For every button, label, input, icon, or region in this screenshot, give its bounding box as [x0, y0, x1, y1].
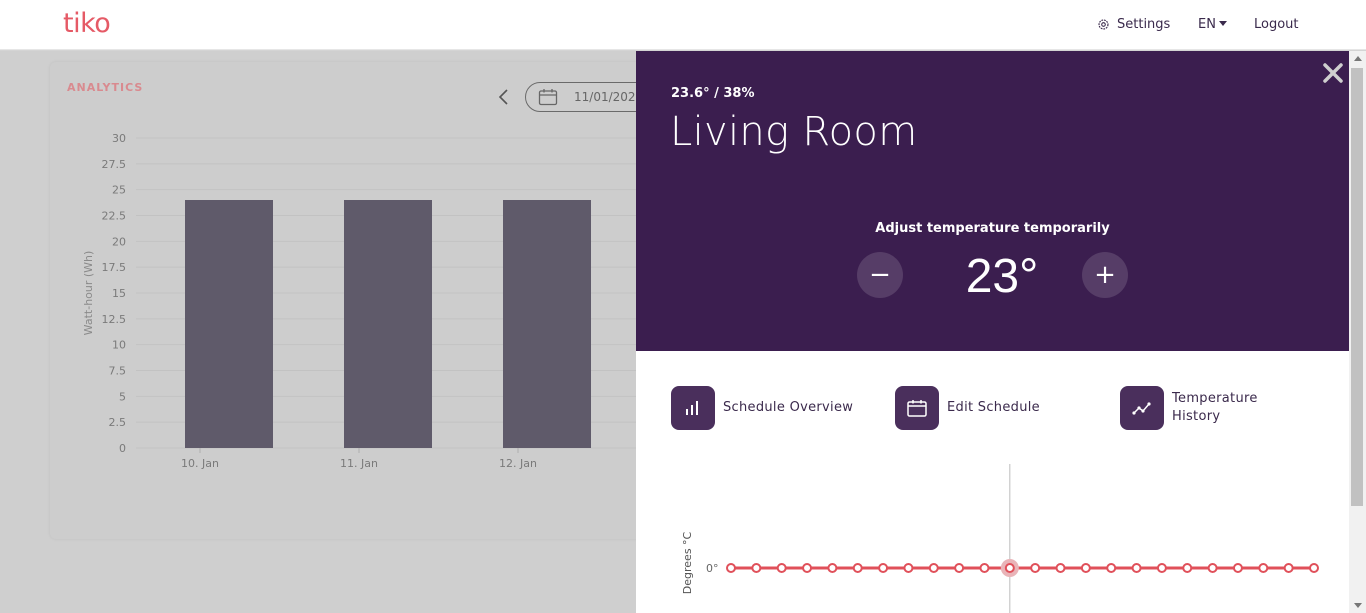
current-reading: 23.6° / 38%	[671, 86, 755, 101]
history-point[interactable]	[1182, 563, 1193, 573]
caret-down-icon	[1218, 20, 1227, 26]
y-tick-label: 12.5	[102, 313, 127, 326]
y-tick-label: 22.5	[102, 210, 127, 223]
history-point[interactable]	[1156, 563, 1167, 573]
bar[interactable]	[185, 200, 273, 448]
calendar-icon	[895, 386, 939, 430]
chevron-left-icon[interactable]	[497, 88, 511, 106]
x-tick-label: 11. Jan	[340, 457, 378, 470]
y-tick-label: 25	[112, 184, 126, 197]
target-temperature: 23°	[965, 250, 1039, 303]
schedule-overview-label: Schedule Overview	[723, 400, 854, 415]
bar[interactable]	[344, 200, 432, 448]
y-tick-label: 27.5	[102, 158, 127, 171]
room-header: 23.6° / 38% Living Room Adjust temperatu…	[636, 51, 1349, 351]
history-point[interactable]	[1030, 563, 1041, 573]
bar-chart-icon	[671, 386, 715, 430]
history-point[interactable]	[726, 563, 736, 573]
calendar-icon	[538, 89, 558, 106]
schedule-overview-button[interactable]: Schedule Overview	[671, 386, 853, 430]
history-point[interactable]	[1055, 563, 1066, 573]
history-point[interactable]	[751, 563, 762, 573]
history-point[interactable]	[1080, 563, 1091, 573]
analytics-bar-chart: 0 2.5 5 7.5 10 12.5 15 17.5 20 22.5 25 27.5 30 Watt-h…	[82, 132, 636, 470]
analytics-title: ANALYTICS	[67, 81, 144, 94]
x-tick-label: 10. Jan	[181, 457, 219, 470]
scrollbar-thumb[interactable]	[1351, 68, 1363, 506]
y-tick-label: 10	[112, 339, 126, 352]
history-point[interactable]	[1207, 563, 1218, 573]
trend-line-icon	[1120, 386, 1164, 430]
decrease-temperature-button[interactable]: −	[857, 252, 903, 298]
room-drawer: 23.6° / 38% Living Room Adjust temperatu…	[636, 51, 1349, 613]
edit-schedule-label: Edit Schedule	[947, 400, 1040, 415]
history-point[interactable]	[802, 563, 813, 573]
history-point[interactable]	[878, 563, 889, 573]
history-point[interactable]	[903, 563, 914, 573]
scroll-down-arrow-icon[interactable]	[1354, 603, 1362, 608]
temperature-history-button[interactable]: Temperature History	[1120, 386, 1282, 430]
gear-icon	[1098, 19, 1109, 30]
language-label: EN	[1198, 17, 1216, 32]
y-tick-label: 30	[112, 132, 126, 145]
date-value: 11/01/202	[574, 90, 636, 104]
history-point[interactable]	[1309, 563, 1319, 573]
history-point[interactable]	[776, 563, 787, 573]
history-point[interactable]	[954, 563, 965, 573]
history-point[interactable]	[1258, 563, 1269, 573]
y-tick-label: 2.5	[109, 416, 127, 429]
y-tick-label: 7.5	[109, 365, 127, 378]
history-point[interactable]	[1004, 563, 1015, 573]
drawer-scrollbar[interactable]	[1349, 51, 1366, 613]
bar[interactable]	[503, 200, 591, 448]
logout-link[interactable]: Logout	[1254, 17, 1299, 32]
y-tick-label: 15	[112, 287, 126, 300]
history-point[interactable]	[852, 563, 863, 573]
history-point[interactable]	[928, 563, 939, 573]
y-tick-label: 0	[119, 442, 126, 455]
room-name: Living Room	[670, 109, 918, 155]
scroll-up-arrow-icon[interactable]	[1354, 56, 1362, 61]
history-point[interactable]	[1131, 563, 1142, 573]
x-tick-label: 12. Jan	[499, 457, 537, 470]
history-point[interactable]	[1232, 563, 1243, 573]
adjust-temperature-label: Adjust temperature temporarily	[875, 221, 1110, 236]
history-point[interactable]	[1106, 563, 1117, 573]
y-axis-label: Watt-hour (Wh)	[82, 251, 95, 336]
y-tick-label: 5	[119, 390, 126, 403]
history-point[interactable]	[1283, 563, 1294, 573]
temperature-history-label: Temperature History	[1172, 391, 1258, 424]
settings-label: Settings	[1117, 17, 1171, 32]
y-tick-label: 17.5	[102, 261, 127, 274]
close-icon[interactable]	[1321, 61, 1345, 85]
increase-temperature-button[interactable]: +	[1082, 252, 1128, 298]
temperature-history-chart: Degrees °C 0°	[681, 464, 1319, 613]
tiko-logo[interactable]: tiko	[63, 8, 111, 39]
settings-link[interactable]: Settings	[1097, 17, 1170, 32]
history-point[interactable]	[827, 563, 838, 573]
y-tick-label: 20	[112, 235, 126, 248]
language-dropdown[interactable]: EN	[1198, 17, 1227, 32]
top-navigation: tiko Settings EN Logout	[0, 0, 1366, 50]
edit-schedule-button[interactable]: Edit Schedule	[895, 386, 1040, 430]
history-y-tick-label: 0°	[706, 562, 719, 575]
history-y-axis-label: Degrees °C	[681, 531, 694, 594]
history-point[interactable]	[979, 563, 990, 573]
